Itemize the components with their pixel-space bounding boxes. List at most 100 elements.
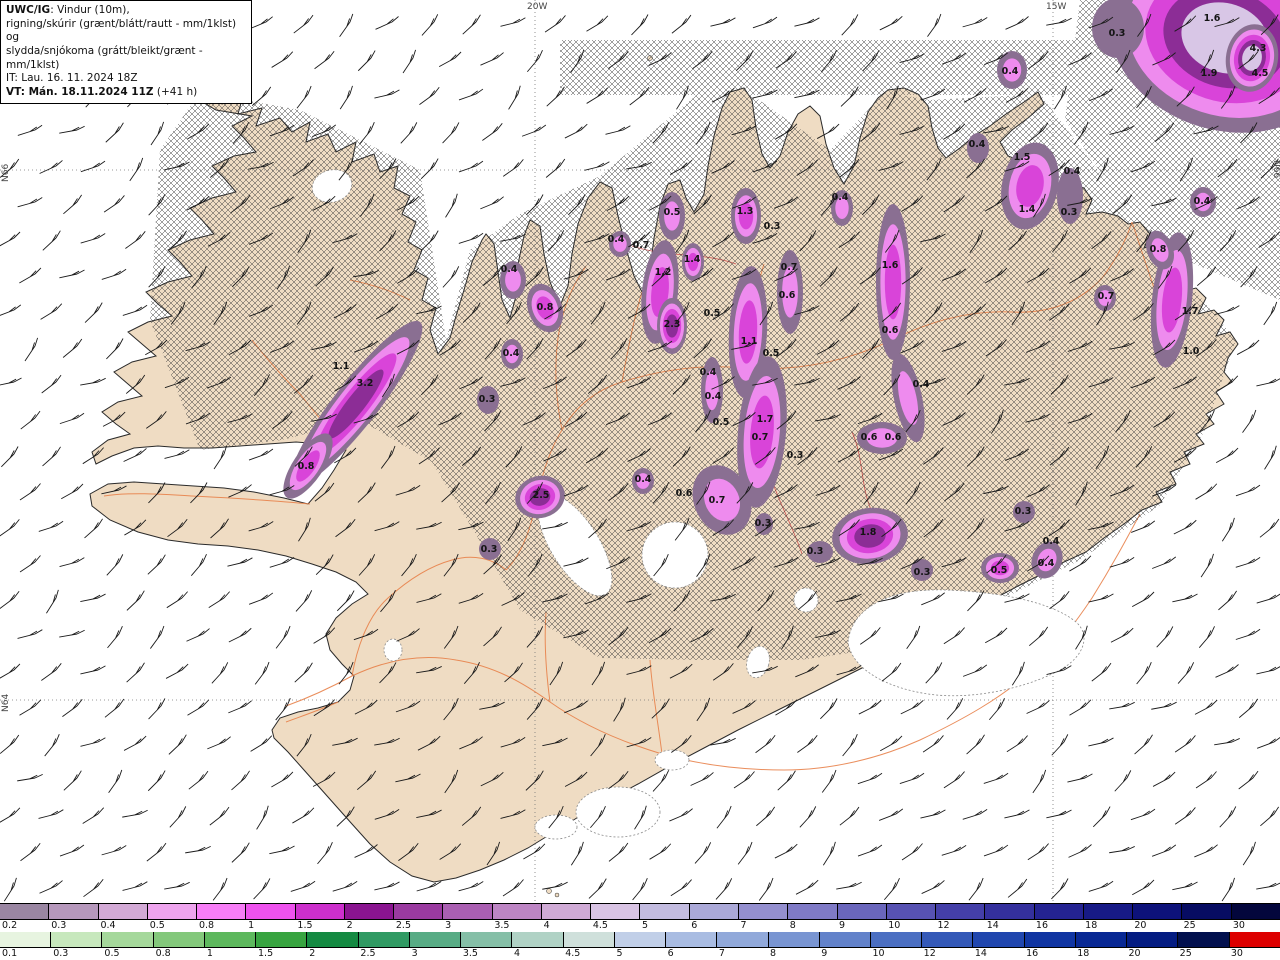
precip-value-label: 0.3 (755, 518, 772, 529)
legend-color-segment (358, 932, 410, 947)
legend-threshold-label: 0.3 (51, 920, 67, 931)
product-desc: : Vindur (10m), (50, 4, 130, 16)
precip-value-label: 0.8 (537, 302, 554, 313)
island (546, 888, 552, 894)
legend-color-segment (443, 904, 493, 919)
legend-threshold-label: 7 (718, 948, 725, 959)
legend-color-segment (819, 932, 871, 947)
legend-threshold-label: 4.5 (565, 948, 581, 959)
precip-value-label: 0.4 (913, 379, 930, 390)
legend-color-segment (640, 904, 690, 919)
legend-color-segment (1229, 932, 1280, 947)
legend-color-segment (0, 932, 52, 947)
precip-value-label: 1.1 (333, 361, 350, 372)
legend-color-segment (591, 904, 641, 919)
precip-value-label: 0.4 (700, 367, 717, 378)
legend-threshold-label: 0.5 (104, 948, 120, 959)
glacier-tungnafellsjokull (793, 587, 819, 613)
legend-threshold-label: 2 (346, 920, 353, 931)
precip-value-label: 1.1 (741, 336, 758, 347)
weather-map: 0.3 1.6 4.3 4.5 1.9 0.4 0.4 1.5 1.4 0.4 0.3 0.4 0.8 1… (0, 0, 1280, 960)
precip-value-label: 3.2 (357, 378, 374, 389)
precip-value-label: 0.7 (633, 240, 650, 251)
title-line-3: slydda/snjókoma (grátt/bleikt/grænt - mm… (6, 44, 203, 71)
legend-color-segment (886, 904, 937, 919)
legend-color-segment (197, 904, 247, 919)
legend-color-segment (1127, 932, 1179, 947)
legend-color-segment (1182, 904, 1232, 919)
precip-value-label: 0.3 (481, 544, 498, 555)
init-time: IT: Lau. 16. 11. 2024 18Z (6, 72, 138, 85)
precip-value-label: 0.5 (991, 565, 1008, 576)
legend-threshold-label: 10 (872, 948, 885, 959)
precip-value-label: 0.4 (635, 474, 652, 485)
legend-color-segment (973, 932, 1025, 947)
precip-value-label: 0.7 (709, 495, 726, 506)
legend-color-segment (246, 904, 296, 919)
legend-color-segment (394, 904, 444, 919)
legend-color-segment (1133, 904, 1183, 919)
precip-value-label: 0.5 (664, 207, 681, 218)
legend-threshold-label: 9 (821, 948, 828, 959)
precip-value-label: 0.7 (752, 432, 769, 443)
legend-threshold-label: 0.8 (198, 920, 215, 931)
precip-value-label: 0.8 (1150, 244, 1167, 255)
precip-value-label: 0.6 (882, 325, 899, 336)
precip-value-label: 1.7 (757, 414, 774, 425)
legend-color-segment (461, 932, 513, 947)
legend: 0.2 0.3 0.4 0.5 0.8 1 1.5 2 2.5 3 3.5 4 4.5 5 6 7 8 9 10 12… (0, 903, 1280, 960)
legend-threshold-label: 0.8 (155, 948, 171, 959)
legend-threshold-label: 1.5 (297, 920, 313, 931)
legend-color-segment (768, 932, 820, 947)
precip-value-label: 0.7 (781, 262, 798, 273)
legend-color-segment (307, 932, 359, 947)
precip-value-label: 1.6 (1204, 13, 1221, 24)
snow-scale-labels: 0.2 0.3 0.4 0.5 0.8 1 1.5 2 2.5 3 3.5 4 4.5 5 6 7 8 9 10 12… (0, 920, 1280, 932)
legend-threshold-label: 1 (248, 920, 255, 931)
legend-color-segment (837, 904, 887, 919)
legend-threshold-label: 14 (974, 948, 987, 959)
legend-color-segment (563, 932, 615, 947)
rain-scale-labels: 0.1 0.3 0.5 0.8 1 1.5 2 2.5 3 3.5 4 4.5 5 6 7 8 9 10 12 14 1… (0, 948, 1280, 960)
legend-threshold-label: 0.4 (100, 920, 116, 931)
legend-threshold-label: 6 (667, 948, 674, 959)
precip-value-label: 0.3 (479, 394, 496, 405)
precip-value-label: 2.5 (533, 490, 550, 501)
precip-value-label: 1.9 (1201, 68, 1218, 79)
lon-label-15w: 15W (1046, 2, 1066, 12)
precip-value-label: 0.5 (763, 348, 780, 359)
rain-scale-bar (0, 932, 1280, 948)
precip-value-label: 1.0 (1183, 346, 1200, 357)
legend-color-segment (717, 932, 769, 947)
legend-color-segment (922, 932, 974, 947)
legend-threshold-label: 9 (838, 920, 846, 931)
legend-threshold-label: 5 (642, 920, 649, 931)
legend-color-segment (492, 904, 542, 919)
precip-value-label: 1.8 (860, 527, 877, 538)
precip-value-label: 1.3 (737, 206, 754, 217)
legend-threshold-label: 0.1 (2, 948, 18, 959)
legend-threshold-label: 14 (986, 920, 999, 931)
lat-label-right-66n: N66 (1271, 160, 1280, 178)
precip-value-label: 0.5 (704, 308, 721, 319)
legend-color-segment (936, 904, 986, 919)
legend-color-segment (102, 932, 154, 947)
precip-value-label: 0.3 (1061, 207, 1078, 218)
legend-threshold-label: 30 (1230, 948, 1243, 959)
legend-color-segment (295, 904, 345, 919)
valid-time: VT: Mán. 18.11.2024 11Z (6, 85, 154, 98)
legend-threshold-label: 3.5 (494, 920, 510, 931)
title-line-1: UWC/IG: Vindur (10m), (6, 4, 246, 18)
precip-value-label: 0.4 (969, 139, 986, 150)
precip-value-label: 0.4 (501, 264, 518, 275)
precip-value-label: 0.4 (832, 192, 849, 203)
precip-value-label: 0.4 (1194, 196, 1211, 207)
precip-value-label: 2.3 (664, 319, 681, 330)
legend-threshold-label: 16 (1035, 920, 1049, 931)
precip-value-label: 0.4 (1043, 536, 1060, 547)
legend-color-segment (541, 904, 592, 919)
precip-value-label: 0.5 (713, 417, 730, 428)
legend-threshold-label: 25 (1179, 948, 1192, 959)
lat-label-left-66n: N66 (1, 164, 11, 182)
legend-threshold-label: 7 (740, 920, 747, 931)
